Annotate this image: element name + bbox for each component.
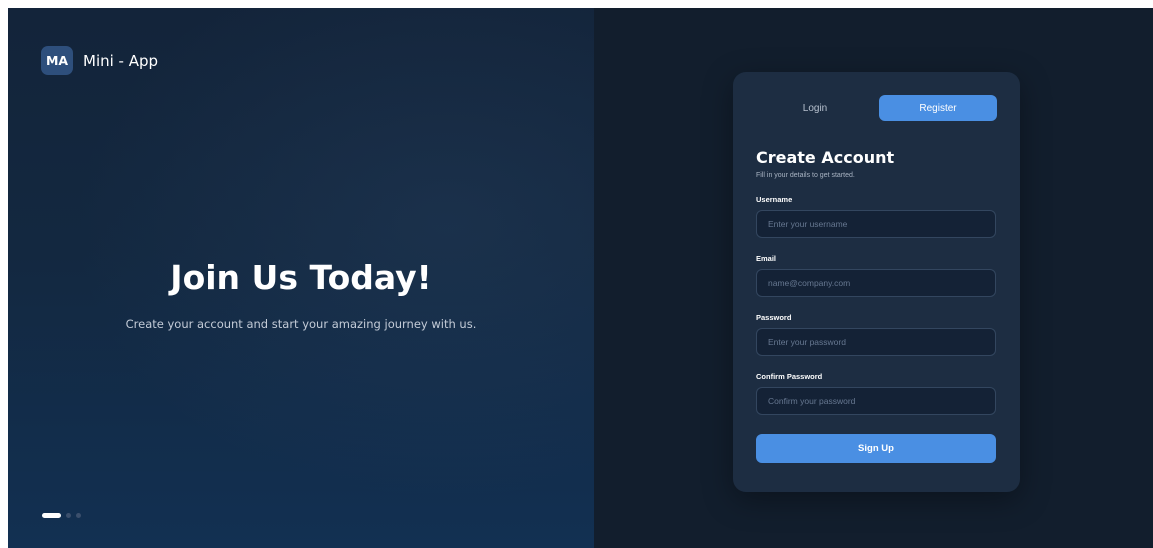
username-group: Username [756, 195, 997, 238]
password-label: Password [756, 313, 792, 322]
tab-login[interactable]: Login [756, 95, 874, 121]
brand-logo: MA [41, 46, 73, 75]
password-group: Password [756, 313, 997, 356]
brand-name: Mini - App [83, 51, 159, 70]
hero-panel: MA Mini - App Join Us Today! Create your… [8, 8, 594, 548]
app-window: MA Mini - App Join Us Today! Create your… [8, 8, 1153, 548]
carousel-dot-1[interactable] [42, 513, 61, 518]
carousel-indicators [42, 513, 81, 518]
email-group: Email [756, 254, 997, 297]
username-label: Username [756, 195, 793, 204]
confirm-password-group: Confirm Password [756, 372, 997, 415]
hero-subtitle: Create your account and start your amazi… [125, 317, 477, 331]
tab-register[interactable]: Register [879, 95, 997, 121]
password-input[interactable] [756, 328, 996, 356]
card-subtitle: Fill in your details to get started. [756, 172, 855, 179]
auth-tabs: Login Register [756, 95, 997, 121]
username-input[interactable] [756, 210, 996, 238]
carousel-dot-3[interactable] [76, 513, 81, 518]
confirm-password-input[interactable] [756, 387, 996, 415]
sign-up-button[interactable]: Sign Up [756, 434, 996, 463]
auth-panel: Login Register Create Account Fill in yo… [594, 8, 1153, 548]
card-title: Create Account [756, 148, 895, 167]
register-card: Login Register Create Account Fill in yo… [733, 72, 1020, 492]
email-label: Email [756, 254, 777, 263]
brand[interactable]: MA Mini - App [41, 46, 158, 75]
carousel-dot-2[interactable] [66, 513, 71, 518]
hero-title: Join Us Today! [170, 258, 432, 297]
confirm-password-label: Confirm Password [756, 372, 823, 381]
email-input[interactable] [756, 269, 996, 297]
